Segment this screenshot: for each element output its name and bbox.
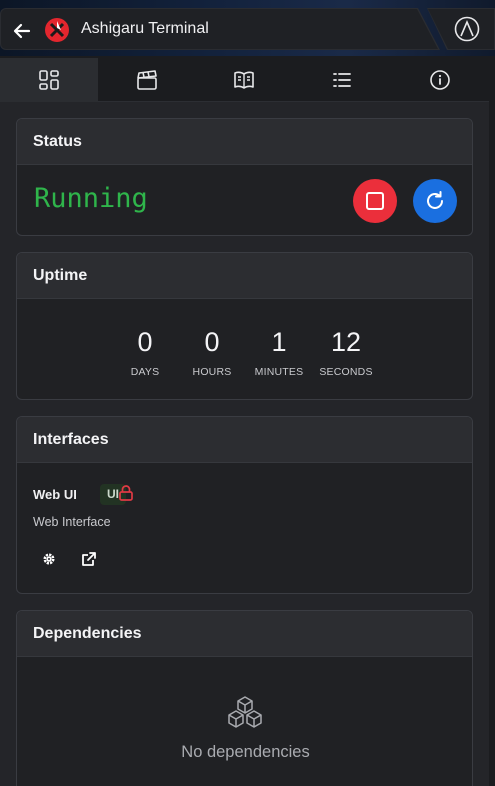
status-value: Running — [34, 183, 148, 214]
arrow-left-icon — [13, 23, 31, 39]
lock-icon — [119, 485, 133, 501]
stop-button[interactable] — [353, 179, 397, 223]
status-card: Status Running — [16, 118, 473, 236]
scrollbar[interactable] — [489, 58, 495, 786]
gear-icon — [43, 553, 55, 565]
restart-button[interactable] — [413, 179, 457, 223]
info-circle-icon — [430, 69, 450, 90]
tab-info[interactable] — [391, 58, 489, 102]
interface-settings-button[interactable] — [35, 545, 63, 573]
ashigaru-logo-icon — [45, 18, 69, 42]
interface-launch-button[interactable] — [75, 545, 103, 573]
status-heading: Status — [17, 119, 472, 165]
uptime-hours: 0 HOURS — [192, 327, 232, 378]
uptime-seconds: 12 SECONDS — [319, 327, 373, 378]
interface-description: Web Interface — [33, 515, 111, 529]
clapperboard-icon — [136, 69, 157, 90]
stop-square-icon — [366, 192, 384, 210]
refresh-icon — [427, 191, 443, 209]
uptime-minutes: 1 MINUTES — [254, 327, 304, 378]
dependencies-empty-text: No dependencies — [181, 743, 310, 761]
list-icon — [333, 72, 352, 87]
book-open-icon — [234, 71, 255, 89]
interface-name: Web UI — [33, 487, 77, 502]
tab-dashboard[interactable] — [0, 58, 98, 102]
start9-logo-icon[interactable] — [454, 16, 480, 42]
dashboard-grid-icon — [39, 69, 59, 90]
tab-instructions[interactable] — [195, 58, 294, 102]
external-link-icon — [82, 552, 96, 566]
back-button[interactable] — [8, 17, 36, 45]
uptime-days: 0 DAYS — [130, 327, 160, 378]
boxes-icon — [228, 696, 262, 728]
interfaces-heading: Interfaces — [17, 417, 472, 463]
uptime-counter: 0 DAYS 0 HOURS 1 MINUTES 12 SECONDS — [17, 299, 472, 399]
tab-bar — [0, 58, 489, 102]
main-content: Status Running Uptime 0 DAYS 0 HOURS 1 M… — [0, 102, 489, 786]
dependencies-heading: Dependencies — [17, 611, 472, 657]
tab-logs[interactable] — [293, 58, 392, 102]
tab-actions[interactable] — [97, 58, 196, 102]
top-bar — [0, 0, 495, 56]
dependencies-card: Dependencies No dependencies — [16, 610, 473, 786]
uptime-heading: Uptime — [17, 253, 472, 299]
uptime-card: Uptime 0 DAYS 0 HOURS 1 MINUTES 12 SECON… — [16, 252, 473, 400]
interfaces-card: Interfaces Web UI UI Web Interface — [16, 416, 473, 594]
app-title: Ashigaru Terminal — [81, 20, 209, 37]
